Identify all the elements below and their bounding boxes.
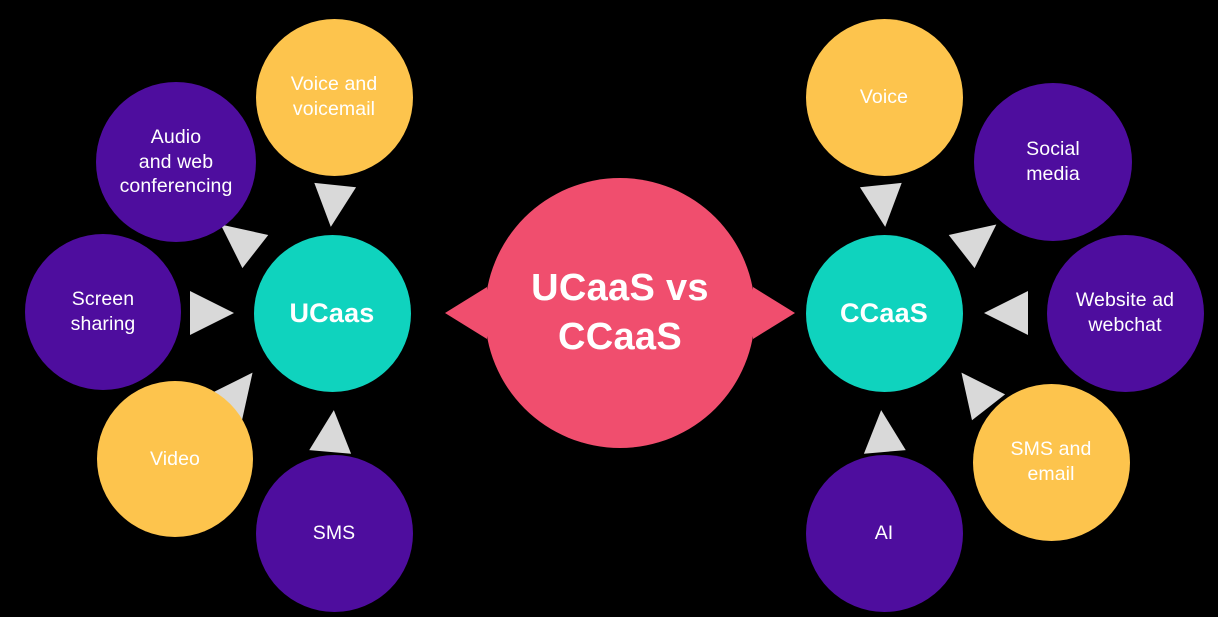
arrow-voice-to-ccaas-icon xyxy=(859,182,907,230)
node-label: Voice xyxy=(859,85,909,108)
arrow-voice-and-voicemail-to-ucaas-icon xyxy=(309,182,357,230)
node-label: Voice and voicemail xyxy=(290,73,378,120)
node-video[interactable]: Video xyxy=(97,381,253,537)
node-voice[interactable]: Voice xyxy=(805,18,963,176)
node-label: Screen sharing xyxy=(70,288,136,335)
node-screen-sharing[interactable]: Screen sharing xyxy=(25,234,181,390)
center-arrow-left-icon xyxy=(445,287,487,339)
center-title: UCaaS vs CCaaS xyxy=(531,267,709,358)
hub-label: CCaaS xyxy=(839,297,929,328)
center-node-ucaas-vs-ccaas[interactable]: UCaaS vs CCaaS xyxy=(445,178,795,448)
center-arrow-right-icon xyxy=(753,287,795,339)
node-label: Website ad webchat xyxy=(1075,289,1175,336)
hub-label: UCaas xyxy=(289,297,375,328)
node-sms[interactable]: SMS xyxy=(255,454,413,612)
node-social-media[interactable]: Social media xyxy=(974,83,1132,241)
node-label: Social media xyxy=(1026,138,1080,185)
node-audio-and-web-conferencing[interactable]: Audio and web conferencing xyxy=(96,82,256,242)
diagram-canvas: Voice and voicemail Audio and web confer… xyxy=(0,0,1218,617)
node-sms-and-email[interactable]: SMS and email xyxy=(972,383,1130,541)
hub-ucaas[interactable]: UCaas xyxy=(253,234,411,392)
node-label: SMS xyxy=(312,521,356,544)
arrow-website-webchat-to-ccaas-icon xyxy=(984,291,1028,335)
node-label: Audio and web conferencing xyxy=(119,125,233,198)
node-label: AI xyxy=(874,521,894,544)
arrow-sms-to-ucaas-icon xyxy=(309,408,355,454)
node-ai[interactable]: AI xyxy=(805,454,963,612)
node-label: Video xyxy=(149,447,201,470)
hub-ccaas[interactable]: CCaaS xyxy=(805,234,963,392)
arrow-screen-sharing-to-ucaas-icon xyxy=(190,291,234,335)
node-voice-and-voicemail[interactable]: Voice and voicemail xyxy=(255,18,413,176)
arrow-ai-to-ccaas-icon xyxy=(860,408,906,454)
node-website-ad-webchat[interactable]: Website ad webchat xyxy=(1046,234,1204,392)
node-label: SMS and email xyxy=(1010,438,1092,485)
